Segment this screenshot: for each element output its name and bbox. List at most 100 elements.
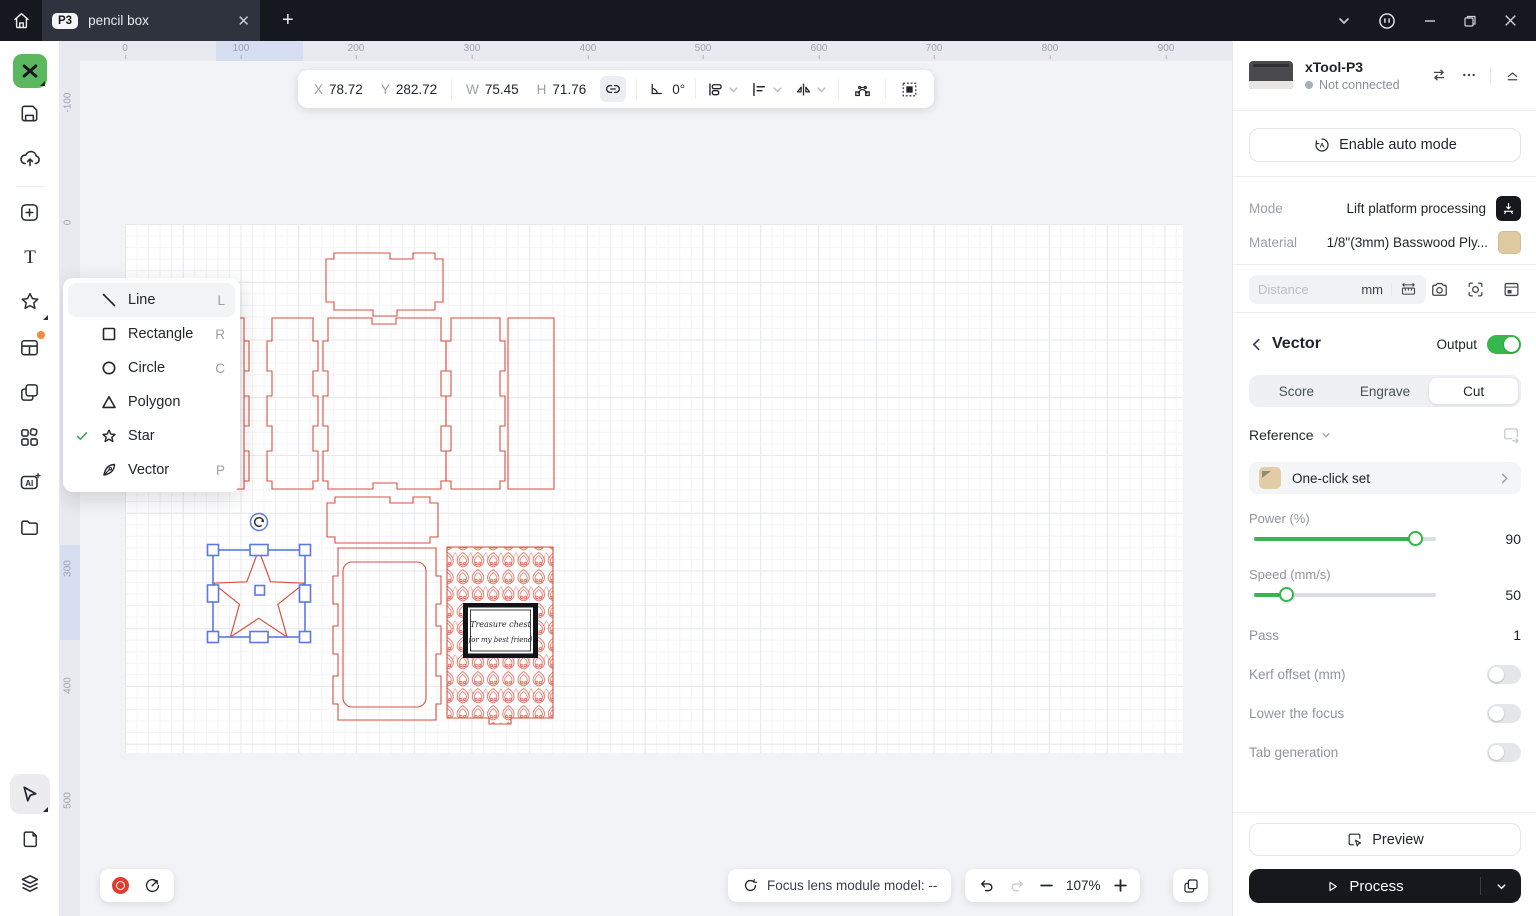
process-options-button[interactable]: [1481, 880, 1521, 893]
duplicate-button[interactable]: [1173, 869, 1208, 902]
arrange-menu-button[interactable]: [706, 80, 740, 99]
tab-close-icon[interactable]: ✕: [237, 12, 250, 30]
focus-lens-text: Focus lens module model: --: [767, 878, 937, 893]
flip-menu-button[interactable]: [794, 80, 828, 99]
menu-item-polygon[interactable]: Polygon: [68, 385, 235, 419]
camera-icon[interactable]: [1430, 280, 1449, 299]
device-thumbnail: [1249, 61, 1293, 89]
rotation-field[interactable]: 0°: [647, 80, 685, 98]
x-position-field[interactable]: X78.72: [310, 82, 367, 97]
menu-item-rectangle[interactable]: Rectangle R: [68, 317, 235, 351]
export-settings-icon[interactable]: [1501, 425, 1521, 445]
more-options-icon[interactable]: [1461, 67, 1477, 83]
machine-work-area[interactable]: [125, 224, 1183, 753]
align-left-icon: [750, 80, 769, 99]
menu-item-vector[interactable]: Vector P: [68, 453, 235, 487]
distance-input[interactable]: Distance mm: [1249, 275, 1426, 304]
speed-slider[interactable]: [1254, 593, 1436, 597]
height-field[interactable]: H71.76: [533, 82, 591, 97]
marquee-select-button[interactable]: [896, 76, 922, 102]
tab-score[interactable]: Score: [1252, 378, 1341, 404]
layers-button[interactable]: [10, 864, 50, 904]
undo-icon[interactable]: [977, 876, 996, 895]
document-tab[interactable]: P3 pencil box ✕: [42, 0, 260, 41]
power-value[interactable]: 90: [1505, 531, 1521, 547]
frame-preview-icon[interactable]: [1502, 280, 1521, 299]
zoom-in-button[interactable]: [1113, 878, 1128, 893]
tab-engrave[interactable]: Engrave: [1341, 378, 1430, 404]
star-tool-icon: [18, 290, 42, 314]
menu-item-line[interactable]: Line L: [68, 283, 235, 317]
ai-tools-button[interactable]: AI: [10, 462, 50, 502]
share-launch-icon[interactable]: [143, 876, 162, 895]
speed-value[interactable]: 50: [1505, 587, 1521, 603]
switch-device-icon[interactable]: [1430, 66, 1448, 84]
chevron-down-icon: [727, 83, 740, 96]
auto-mode-icon: A: [1313, 136, 1331, 154]
distance-row: Distance mm: [1249, 275, 1521, 304]
tab-device-badge: P3: [52, 13, 78, 29]
output-toggle[interactable]: [1487, 335, 1521, 354]
back-icon[interactable]: [1249, 337, 1264, 352]
menu-item-star[interactable]: Star: [68, 419, 235, 453]
lock-ratio-button[interactable]: [600, 76, 626, 102]
enable-auto-mode-button[interactable]: A Enable auto mode: [1249, 128, 1521, 162]
material-row[interactable]: Material 1/8"(3mm) Basswood Ply...: [1249, 229, 1521, 255]
preview-button[interactable]: Preview: [1249, 823, 1521, 856]
account-icon[interactable]: [1377, 11, 1397, 31]
save-button[interactable]: [10, 93, 50, 133]
record-button[interactable]: [112, 877, 129, 894]
reference-dropdown[interactable]: Reference: [1249, 427, 1332, 443]
refresh-icon[interactable]: [742, 877, 759, 894]
page-settings-button[interactable]: [10, 819, 50, 859]
select-tool-button[interactable]: [10, 774, 50, 814]
pass-value[interactable]: 1: [1513, 627, 1521, 643]
vector-pen-icon: [101, 462, 117, 478]
apps-button[interactable]: [10, 417, 50, 457]
device-status: Not connected: [1305, 78, 1400, 92]
collapse-panel-icon[interactable]: [1504, 67, 1521, 84]
ai-icon: AI: [18, 470, 42, 494]
ruler-tick: 0: [63, 208, 74, 238]
projects-button[interactable]: [10, 507, 50, 547]
mode-row[interactable]: Mode Lift platform processing: [1249, 195, 1521, 221]
zoom-out-button[interactable]: [1039, 878, 1054, 893]
restore-icon[interactable]: [1463, 14, 1477, 28]
chevron-down-icon[interactable]: [1337, 14, 1351, 28]
xtool-logo[interactable]: [13, 54, 47, 88]
new-tab-button[interactable]: +: [282, 9, 294, 32]
zoom-level[interactable]: 107%: [1066, 878, 1101, 893]
tab-generation-toggle[interactable]: [1487, 743, 1521, 762]
one-click-set-button[interactable]: One-click set: [1249, 462, 1521, 494]
add-shape-button[interactable]: [10, 192, 50, 232]
close-icon[interactable]: [1503, 13, 1518, 28]
minimize-icon[interactable]: [1423, 14, 1437, 28]
ruler-tick: -100: [63, 88, 74, 118]
lower-focus-label: Lower the focus: [1249, 706, 1344, 721]
menu-item-circle[interactable]: Circle C: [68, 351, 235, 385]
pass-row[interactable]: Pass 1: [1249, 624, 1521, 646]
templates-button[interactable]: [10, 327, 50, 367]
canvas-area[interactable]: 0 100 200 300 400 500 600 700 800 900 -1…: [60, 41, 1232, 916]
home-button[interactable]: [0, 0, 42, 41]
pass-label: Pass: [1249, 628, 1279, 643]
align-menu-button[interactable]: [750, 80, 784, 99]
redo-icon[interactable]: [1008, 876, 1027, 895]
tab-cut[interactable]: Cut: [1429, 378, 1518, 404]
shapes-library-button[interactable]: [10, 372, 50, 412]
process-button[interactable]: Process: [1249, 869, 1521, 903]
measure-icon[interactable]: [1400, 281, 1417, 298]
y-position-field[interactable]: Y282.72: [377, 82, 441, 97]
edit-nodes-button[interactable]: [849, 76, 875, 102]
plus-square-icon: [18, 201, 41, 224]
width-field[interactable]: W75.45: [462, 82, 523, 97]
cloud-upload-button[interactable]: [10, 138, 50, 178]
focus-lens-status[interactable]: Focus lens module model: --: [728, 869, 951, 902]
kerf-offset-toggle[interactable]: [1487, 665, 1521, 684]
lower-focus-toggle[interactable]: [1487, 704, 1521, 723]
text-tool-button[interactable]: T: [10, 237, 50, 277]
device-row[interactable]: xTool-P3 Not connected: [1249, 55, 1521, 95]
shape-tool-button[interactable]: [10, 282, 50, 322]
focus-scan-icon[interactable]: [1466, 280, 1485, 299]
power-slider[interactable]: [1254, 537, 1436, 541]
